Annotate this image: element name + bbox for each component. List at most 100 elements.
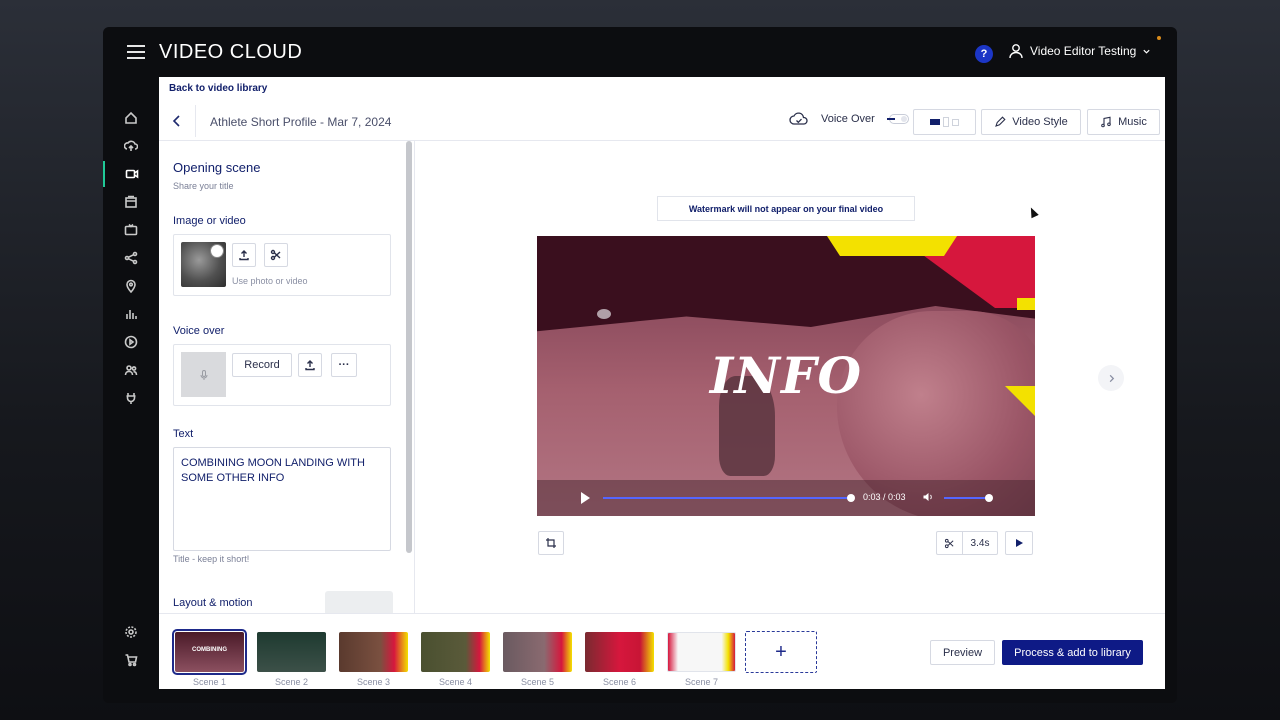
video-camera-icon[interactable] (103, 161, 159, 187)
upload-media-button[interactable] (232, 243, 256, 267)
users-icon[interactable] (103, 357, 159, 383)
top-bar: VIDEO CLOUD ? Video Editor Testing (103, 27, 1177, 77)
add-scene-button[interactable]: + (745, 631, 817, 673)
scene-label: Scene 7 (684, 677, 719, 687)
scene-thumbnail[interactable]: Scene 6 (585, 632, 654, 687)
cloud-check-icon (789, 112, 808, 125)
play-icon (1016, 539, 1023, 547)
aspect-ratio-selector[interactable] (913, 109, 976, 135)
back-to-library-link[interactable]: Back to video library (169, 83, 267, 94)
user-icon (1009, 44, 1023, 59)
scene-caption: COMBINING (192, 647, 227, 653)
text-hint: Title - keep it short! (173, 554, 250, 564)
progress-handle[interactable] (847, 494, 855, 502)
video-controls: 0:03 / 0:03 (537, 480, 1035, 516)
menu-icon[interactable] (127, 45, 145, 59)
voice-section-heading: Voice over (173, 325, 225, 337)
chevron-left-icon[interactable] (169, 113, 185, 129)
trim-duration: 3.4s (970, 537, 990, 549)
editor-header: Athlete Short Profile - Mar 7, 2024 Voic… (159, 101, 1165, 141)
chevron-down-icon (1143, 49, 1150, 54)
video-title-text: INFO (709, 346, 863, 405)
video-style-button[interactable]: Video Style (981, 109, 1081, 135)
title-text-input[interactable]: COMBINING MOON LANDING WITH SOME OTHER I… (173, 447, 391, 551)
scene-thumbnail[interactable]: Scene 2 (257, 632, 326, 687)
scene-label: Scene 3 (356, 677, 391, 687)
volume-slider[interactable] (944, 497, 988, 499)
tv-icon[interactable] (103, 217, 159, 243)
text-section-heading: Text (173, 428, 194, 440)
trim-media-button[interactable] (264, 243, 288, 267)
aspect-landscape-icon (930, 119, 940, 125)
user-name: Video Editor Testing (1030, 44, 1137, 58)
image-section-heading: Image or video (173, 215, 246, 227)
video-yellow-shape (1017, 298, 1035, 310)
media-icon[interactable] (103, 189, 159, 215)
scene-thumbnail[interactable]: Scene 3 (339, 632, 408, 687)
settings-icon[interactable] (103, 619, 159, 645)
music-button[interactable]: Music (1087, 109, 1160, 135)
scene-thumbnail[interactable]: Scene 5 (503, 632, 572, 687)
scene-label: Scene 4 (438, 677, 473, 687)
pen-icon (995, 116, 1006, 127)
panel-scrollbar[interactable] (406, 141, 412, 553)
video-player[interactable]: INFO 0:03 / 0:03 (537, 236, 1035, 516)
replace-media-icon[interactable] (210, 244, 224, 258)
image-card: Use photo or video (173, 234, 391, 296)
scene-label: Scene 6 (602, 677, 637, 687)
next-scene-button[interactable] (1098, 365, 1124, 391)
scene-thumbnail[interactable]: COMBINING Scene 1 (172, 629, 247, 687)
progress-bar[interactable] (603, 497, 851, 499)
scissors-icon (944, 538, 954, 548)
scene-title: Opening scene (173, 160, 261, 175)
scissors-icon (270, 249, 281, 261)
music-label: Music (1118, 116, 1147, 128)
home-icon[interactable] (103, 105, 159, 131)
video-style-label: Video Style (1012, 116, 1068, 128)
microphone-icon (200, 369, 207, 380)
user-menu[interactable]: Video Editor Testing (1008, 43, 1151, 59)
scene-thumbnail[interactable]: Scene 4 (421, 632, 490, 687)
chevron-right-icon (1109, 374, 1114, 382)
upload-audio-button[interactable] (298, 353, 322, 377)
scene-thumbnail[interactable]: Scene 7 (667, 632, 736, 687)
help-icon[interactable]: ? (975, 45, 993, 63)
aspect-portrait-icon (943, 117, 949, 127)
scene-subtitle: Share your title (173, 181, 234, 191)
cart-icon[interactable] (103, 647, 159, 673)
trim-button[interactable] (937, 532, 963, 554)
process-and-add-button[interactable]: Process & add to library (1002, 640, 1143, 665)
preview-stage: Watermark will not appear on your final … (416, 141, 1165, 613)
scene-label: Scene 1 (192, 677, 227, 687)
editor-app: Back to video library Athlete Short Prof… (159, 77, 1165, 689)
project-title: Athlete Short Profile - Mar 7, 2024 (210, 115, 392, 129)
image-thumbnail[interactable] (181, 242, 226, 287)
record-button[interactable]: Record (232, 353, 292, 377)
voice-card: Record ··· (173, 344, 391, 406)
preview-button[interactable]: Preview (930, 640, 995, 665)
scene-label: Scene 2 (274, 677, 309, 687)
trim-control: 3.4s (936, 531, 998, 555)
image-hint: Use photo or video (232, 276, 308, 286)
voice-placeholder (181, 352, 226, 397)
music-note-icon (1101, 116, 1111, 128)
play-circle-icon[interactable] (103, 329, 159, 355)
scene-settings-panel: Opening scene Share your title Image or … (159, 141, 415, 613)
crop-button[interactable] (538, 531, 564, 555)
layout-preview[interactable] (325, 591, 393, 613)
play-scene-button[interactable] (1005, 531, 1033, 555)
voice-over-control: Voice Over (789, 111, 909, 127)
voice-over-label: Voice Over (821, 113, 875, 125)
share-icon[interactable] (103, 245, 159, 271)
play-icon[interactable] (581, 492, 590, 504)
volume-handle[interactable] (985, 494, 993, 502)
location-icon[interactable] (103, 273, 159, 299)
volume-icon[interactable] (922, 491, 934, 503)
voice-over-toggle[interactable] (886, 114, 909, 124)
upload-icon[interactable] (103, 133, 159, 159)
more-options-button[interactable]: ··· (331, 353, 357, 377)
analytics-icon[interactable] (103, 301, 159, 327)
upload-icon (305, 360, 315, 371)
plug-icon[interactable] (103, 385, 159, 411)
scene-label: Scene 5 (520, 677, 555, 687)
